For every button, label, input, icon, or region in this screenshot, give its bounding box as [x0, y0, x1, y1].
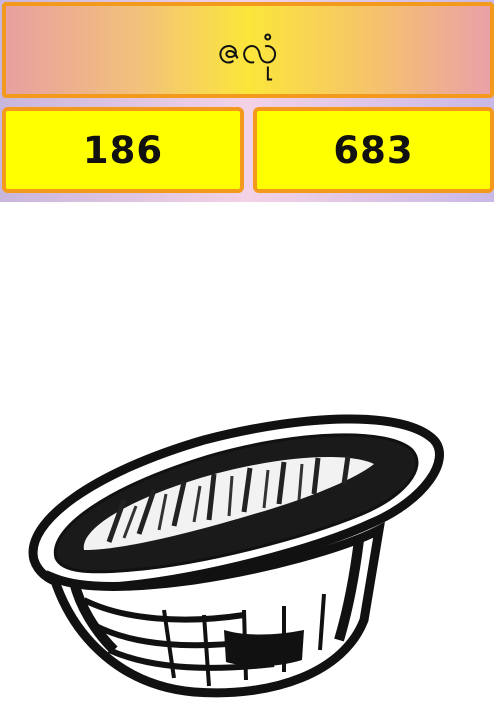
bowl-icon [28, 414, 444, 698]
number-box-right[interactable]: 683 [253, 107, 494, 193]
number-left: 186 [82, 128, 164, 172]
page-title: ဇလုံ [217, 27, 279, 73]
number-right: 683 [333, 128, 414, 172]
title-box: ဇလုံ [2, 2, 494, 98]
number-box-left[interactable]: 186 [2, 107, 244, 193]
